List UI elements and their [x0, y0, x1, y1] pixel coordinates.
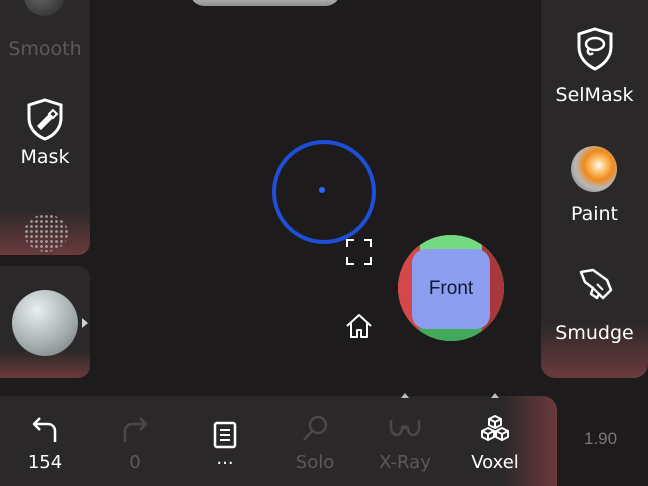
mask-label: Mask — [20, 146, 70, 168]
magnifier-icon — [300, 414, 330, 448]
stylus-icon[interactable] — [24, 214, 68, 252]
redo-icon — [120, 414, 150, 448]
voxel-button[interactable]: Voxel — [455, 393, 535, 486]
paint-label: Paint — [570, 203, 619, 225]
smudge-hand-icon — [541, 264, 648, 322]
voxel-label: Voxel — [471, 452, 519, 473]
expand-arrow-icon — [82, 318, 88, 328]
undo-count: 154 — [27, 452, 63, 473]
bottom-toolbar: 154 0 ... Solo X-Ray Voxel — [0, 393, 557, 486]
xray-label: X-Ray — [379, 452, 431, 473]
brush-cursor-dot — [319, 187, 325, 193]
paint-tool-button[interactable]: Paint — [541, 203, 648, 225]
shield-brush-icon — [0, 96, 90, 146]
model-mesh-edge — [190, 0, 340, 6]
undo-button[interactable]: 154 — [5, 396, 85, 486]
selmask-tool-button[interactable]: SelMask — [541, 26, 648, 106]
redo-count: 0 — [129, 452, 141, 473]
frame-icon[interactable] — [344, 237, 374, 267]
home-icon[interactable] — [344, 311, 374, 341]
paint-ball-icon — [571, 146, 617, 192]
smooth-icon — [24, 0, 64, 16]
smooth-tool-button[interactable]: Smooth — [0, 38, 90, 60]
glasses-icon — [388, 414, 422, 444]
menu-label: ... — [216, 448, 234, 469]
redo-button[interactable]: 0 — [95, 396, 175, 486]
brush-size-readout: 1.90 — [584, 429, 618, 448]
xray-options-caret[interactable] — [401, 393, 409, 398]
shield-lasso-icon — [541, 26, 648, 84]
view-cube[interactable]: Front — [398, 235, 504, 341]
mask-tool-button[interactable]: Mask — [0, 96, 90, 168]
selmask-label: SelMask — [555, 84, 634, 106]
smudge-tool-button[interactable]: Smudge — [541, 264, 648, 344]
undo-icon — [30, 414, 60, 448]
solo-button[interactable]: Solo — [275, 396, 355, 486]
smooth-label: Smooth — [8, 38, 82, 60]
voxel-options-caret[interactable] — [491, 393, 499, 398]
right-tool-panel: SelMask Paint Smudge — [541, 0, 648, 378]
cubes-icon — [478, 414, 512, 450]
material-ball-icon[interactable] — [12, 290, 78, 356]
menu-button[interactable]: ... — [185, 396, 265, 486]
material-panel[interactable] — [0, 266, 90, 378]
smudge-label: Smudge — [555, 322, 634, 344]
view-cube-front-face[interactable]: Front — [412, 249, 490, 329]
solo-label: Solo — [295, 452, 335, 473]
left-tool-panel: Smooth Mask — [0, 0, 90, 255]
xray-button[interactable]: X-Ray — [365, 393, 445, 486]
